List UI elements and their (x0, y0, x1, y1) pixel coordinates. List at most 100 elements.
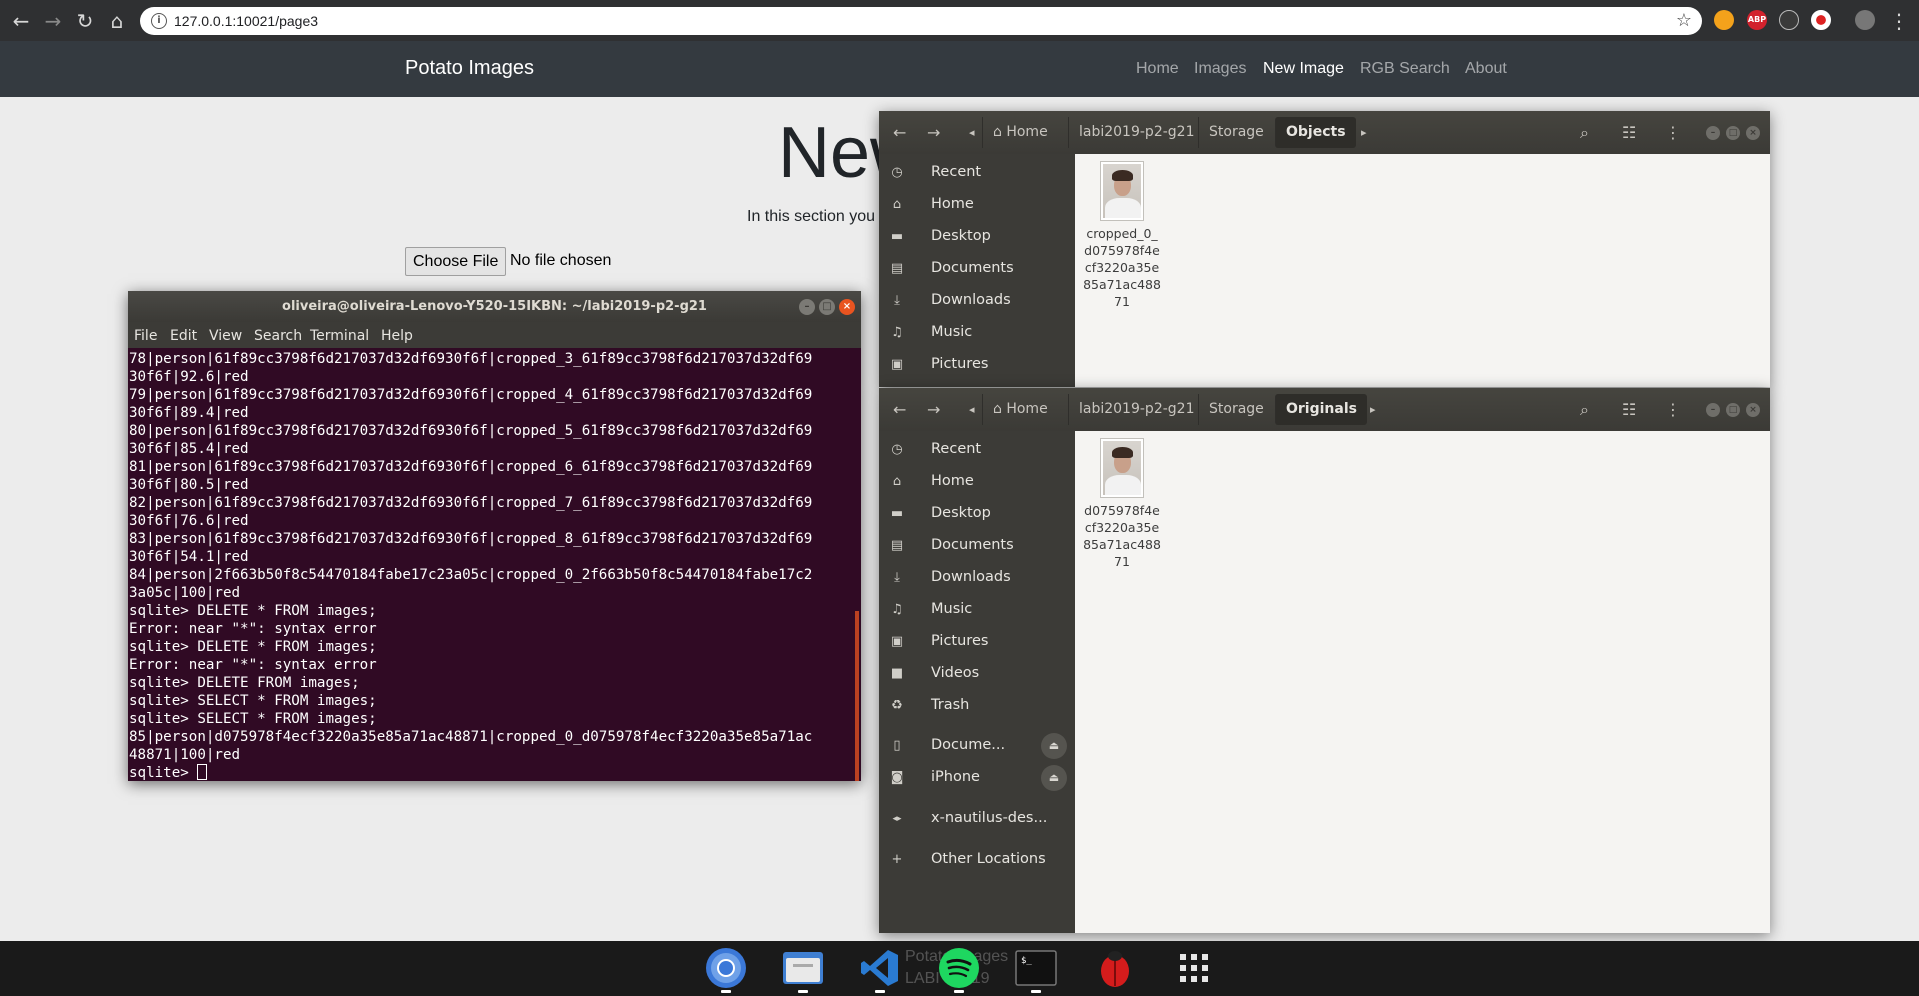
files-window-objects[interactable]: ← → ◂ ⌂ Home labi2019-p2-g21 Storage Obj… (879, 111, 1770, 387)
minimize-icon[interactable]: – (799, 299, 815, 315)
files-content[interactable]: d075978f4e cf3220a35e 85a71ac488 71 (1075, 431, 1770, 933)
chevron-right-icon[interactable]: ▸ (1370, 401, 1376, 419)
bookmark-star-icon[interactable]: ☆ (1676, 10, 1692, 31)
sidebar-item-documents[interactable]: ▤ Documents (879, 253, 1075, 285)
sidebar-item-recent[interactable]: ◷ Recent (879, 434, 1075, 466)
sidebar-item-other-locations[interactable]: + Other Locations (879, 844, 1075, 876)
maximize-icon[interactable]: □ (1726, 126, 1740, 140)
breadcrumb-storage[interactable]: Storage (1198, 117, 1274, 148)
breadcrumb-project[interactable]: labi2019-p2-g21 (1068, 394, 1204, 425)
terminal-icon[interactable]: $_ (1014, 946, 1058, 990)
sidebar-item-documents[interactable]: ▤ Documents (879, 530, 1075, 562)
sidebar-item-music[interactable]: ♫ Music (879, 594, 1075, 626)
sidebar-item-home[interactable]: ⌂ Home (879, 189, 1075, 221)
site-brand[interactable]: Potato Images (405, 57, 534, 80)
file-name[interactable]: d075978f4e cf3220a35e 85a71ac488 71 (1067, 502, 1177, 570)
nav-about[interactable]: About (1465, 60, 1507, 78)
sidebar-item-downloads[interactable]: ⤓ Downloads (879, 285, 1075, 317)
menu-help[interactable]: Help (381, 328, 413, 344)
menu-view[interactable]: View (209, 328, 242, 344)
sidebar-item-music[interactable]: ♫ Music (879, 317, 1075, 349)
spotify-icon[interactable] (937, 946, 981, 990)
sidebar-item-network[interactable]: ◂▸ x-nautilus-des... (879, 803, 1075, 835)
menu-terminal[interactable]: Terminal (310, 328, 369, 344)
eject-icon[interactable]: ⏏ (1041, 765, 1067, 791)
sidebar-item-desktop[interactable]: ▬ Desktop (879, 221, 1075, 253)
nav-home[interactable]: Home (1136, 60, 1179, 78)
forward-icon[interactable]: → (927, 124, 940, 142)
bug-icon[interactable] (1093, 946, 1137, 990)
file-name[interactable]: cropped_0_ d075978f4e cf3220a35e 85a71ac… (1067, 225, 1177, 310)
sidebar-item-phone-documents[interactable]: ▯ Docume... ⏏ (879, 730, 1075, 762)
terminal-window[interactable]: oliveira@oliveira-Lenovo-Y520-15IKBN: ~/… (128, 291, 861, 781)
forward-icon[interactable]: → (927, 401, 940, 419)
sidebar-item-iphone[interactable]: ◙ iPhone ⏏ (879, 762, 1075, 794)
search-icon[interactable]: ⌕ (1580, 124, 1589, 142)
files-content[interactable]: cropped_0_ d075978f4e cf3220a35e 85a71ac… (1075, 154, 1770, 387)
search-icon[interactable]: ⌕ (1580, 401, 1589, 419)
menu-edit[interactable]: Edit (170, 328, 197, 344)
record-extension-icon[interactable] (1811, 10, 1831, 30)
sidebar-item-home[interactable]: ⌂ Home (879, 466, 1075, 498)
chevron-right-icon[interactable]: ▸ (1361, 124, 1367, 142)
close-icon[interactable]: × (1746, 403, 1760, 417)
files-icon[interactable] (781, 946, 825, 990)
minimize-icon[interactable]: – (1706, 126, 1720, 140)
breadcrumb-home[interactable]: ⌂ Home (982, 117, 1058, 148)
nav-images[interactable]: Images (1194, 60, 1246, 78)
menu-icon[interactable]: ⋮ (1665, 401, 1681, 419)
sidebar-item-downloads[interactable]: ⤓ Downloads (879, 562, 1075, 594)
url-text[interactable]: 127.0.0.1:10021/page3 (174, 13, 318, 29)
sidebar-item-pictures[interactable]: ▣ Pictures (879, 349, 1075, 381)
sidebar-item-pictures[interactable]: ▣ Pictures (879, 626, 1075, 658)
sidebar-item-videos[interactable]: ■ Videos (879, 658, 1075, 690)
choose-file-button[interactable]: Choose File (405, 247, 507, 276)
hand-extension-icon[interactable] (1779, 10, 1799, 30)
terminal-scrollbar[interactable] (855, 611, 859, 781)
app-grid-icon[interactable] (1172, 946, 1216, 990)
adblock-icon[interactable]: ABP (1747, 10, 1767, 30)
breadcrumb-project[interactable]: labi2019-p2-g21 (1068, 117, 1204, 148)
home-icon[interactable]: ⌂ (105, 9, 129, 33)
address-bar[interactable]: i 127.0.0.1:10021/page3 ☆ (140, 7, 1702, 35)
maximize-icon[interactable]: □ (1726, 403, 1740, 417)
breadcrumb-current[interactable]: Objects (1275, 117, 1356, 148)
back-icon[interactable]: ← (893, 124, 906, 142)
view-options-icon[interactable]: ☷ (1622, 124, 1636, 142)
menu-icon[interactable]: ⋮ (1665, 124, 1681, 142)
chevron-left-icon[interactable]: ◂ (969, 401, 975, 419)
files-window-originals[interactable]: ← → ◂ ⌂ Home labi2019-p2-g21 Storage Ori… (879, 388, 1770, 933)
breadcrumb-current[interactable]: Originals (1275, 394, 1367, 425)
terminal-output[interactable]: 78|person|61f89cc3798f6d217037d32df6930f… (128, 348, 861, 781)
info-icon[interactable]: i (151, 13, 167, 29)
nav-new-image[interactable]: New Image (1263, 60, 1344, 78)
nav-rgb-search[interactable]: RGB Search (1360, 60, 1450, 78)
sidebar-item-recent[interactable]: ◷ Recent (879, 157, 1075, 189)
close-icon[interactable]: × (1746, 126, 1760, 140)
terminal-titlebar[interactable]: oliveira@oliveira-Lenovo-Y520-15IKBN: ~/… (128, 291, 861, 322)
chevron-left-icon[interactable]: ◂ (969, 124, 975, 142)
terminal-prompt-line[interactable]: sqlite> (129, 764, 861, 781)
sidebar-item-desktop[interactable]: ▬ Desktop (879, 498, 1075, 530)
chrome-icon[interactable] (704, 946, 748, 990)
profile-avatar[interactable] (1855, 10, 1875, 30)
breadcrumb-storage[interactable]: Storage (1198, 394, 1274, 425)
file-thumbnail[interactable] (1100, 161, 1144, 221)
eject-icon[interactable]: ⏏ (1041, 733, 1067, 759)
reload-icon[interactable]: ↻ (73, 9, 97, 33)
extension-icon[interactable] (1714, 10, 1734, 30)
breadcrumb-home[interactable]: ⌂ Home (982, 394, 1058, 425)
menu-file[interactable]: File (134, 328, 157, 344)
back-icon[interactable]: ← (893, 401, 906, 419)
menu-dots-icon[interactable]: ⋮ (1887, 9, 1911, 33)
vscode-icon[interactable] (858, 946, 902, 990)
maximize-icon[interactable]: □ (819, 299, 835, 315)
menu-search[interactable]: Search (254, 328, 302, 344)
back-icon[interactable]: ← (9, 9, 33, 33)
close-icon[interactable]: × (839, 299, 855, 315)
forward-icon[interactable]: → (41, 9, 65, 33)
sidebar-item-trash[interactable]: ♻ Trash (879, 690, 1075, 722)
file-thumbnail[interactable] (1100, 438, 1144, 498)
view-options-icon[interactable]: ☷ (1622, 401, 1636, 419)
minimize-icon[interactable]: – (1706, 403, 1720, 417)
